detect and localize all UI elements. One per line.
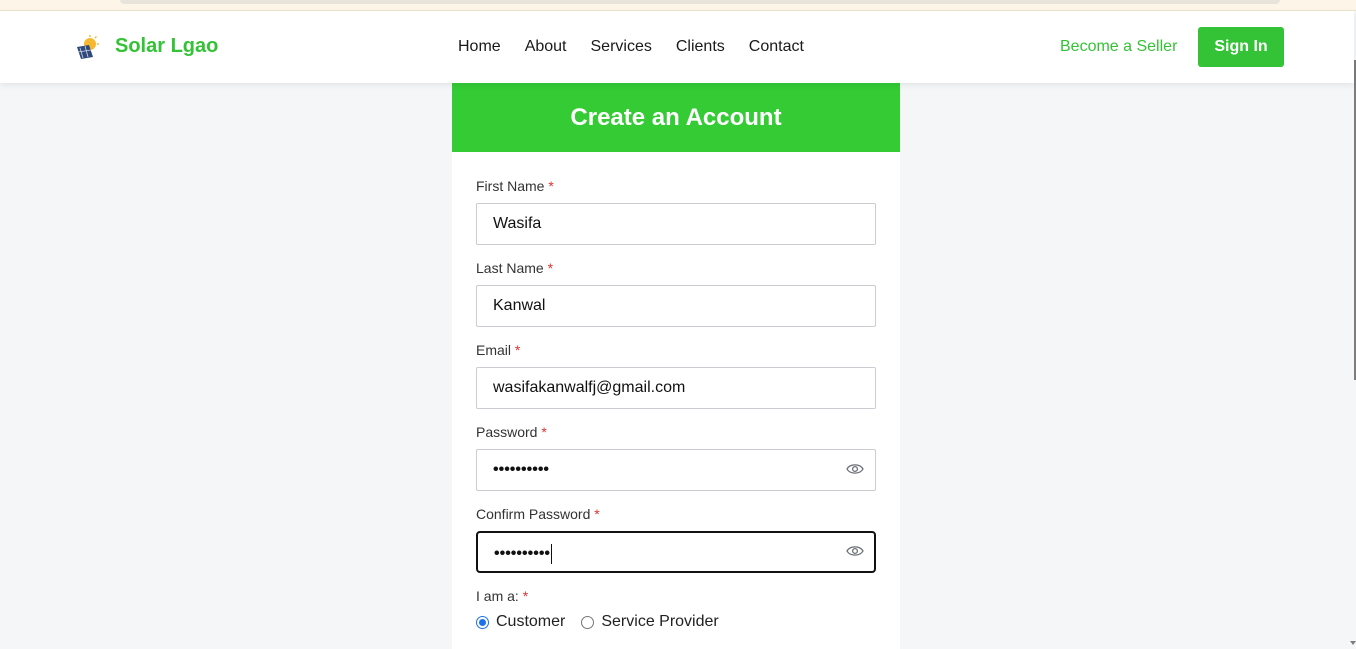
last-name-label: Last Name * (476, 260, 554, 276)
email-group: Email * (476, 342, 876, 409)
required-mark: * (541, 424, 547, 440)
top-strip-bar (120, 0, 1280, 4)
last-name-group: Last Name * (476, 260, 876, 327)
last-name-box (476, 285, 876, 327)
customer-radio-label[interactable]: Customer (496, 613, 565, 631)
required-mark: * (522, 588, 529, 604)
required-mark: * (594, 506, 600, 522)
browser-top-strip (0, 0, 1356, 11)
email-box (476, 367, 876, 409)
card-header: Create an Account (452, 83, 900, 152)
service-provider-radio-label[interactable]: Service Provider (601, 613, 718, 631)
role-radio-group: Customer Service Provider (476, 613, 735, 631)
nav-contact[interactable]: Contact (749, 38, 804, 56)
first-name-box (476, 203, 876, 245)
main-nav: Home About Services Clients Contact (458, 38, 828, 56)
signup-card: Create an Account First Name * Last Name… (452, 83, 900, 649)
password-group: Password * •••••••••• (476, 424, 876, 491)
nav-home[interactable]: Home (458, 38, 501, 56)
first-name-label: First Name * (476, 178, 554, 194)
first-name-input[interactable] (477, 204, 817, 244)
last-name-input[interactable] (477, 286, 817, 326)
text-caret (551, 544, 553, 564)
confirm-password-masked-value: •••••••••• (494, 544, 553, 564)
service-provider-radio[interactable] (581, 615, 595, 629)
solar-logo-icon[interactable] (74, 35, 100, 61)
password-input[interactable]: •••••••••• (476, 449, 876, 491)
required-mark: * (548, 178, 554, 194)
confirm-password-group: Confirm Password * •••••••••• (476, 506, 876, 573)
sign-in-button[interactable]: Sign In (1198, 27, 1284, 67)
site-header: Solar Lgao Home About Services Clients C… (0, 11, 1354, 83)
confirm-password-label: Confirm Password * (476, 506, 600, 522)
required-mark: * (547, 260, 554, 276)
brand-name[interactable]: Solar Lgao (115, 35, 218, 58)
eye-icon[interactable] (846, 544, 864, 558)
confirm-password-input[interactable]: •••••••••• (476, 531, 876, 573)
email-input[interactable] (477, 368, 817, 408)
nav-services[interactable]: Services (591, 38, 652, 56)
scroll-down-arrow-icon[interactable] (1350, 641, 1356, 645)
email-label: Email * (476, 342, 521, 358)
customer-radio[interactable] (476, 615, 489, 629)
nav-about[interactable]: About (525, 38, 567, 56)
become-seller-link[interactable]: Become a Seller (1060, 38, 1177, 56)
form-title: Create an Account (570, 103, 782, 131)
first-name-group: First Name * (476, 178, 876, 245)
nav-clients[interactable]: Clients (676, 38, 725, 56)
role-label: I am a: * (476, 588, 529, 604)
password-label: Password * (476, 424, 547, 440)
required-mark: * (514, 342, 521, 358)
password-masked-value: •••••••••• (493, 461, 550, 478)
eye-icon[interactable] (846, 462, 864, 476)
